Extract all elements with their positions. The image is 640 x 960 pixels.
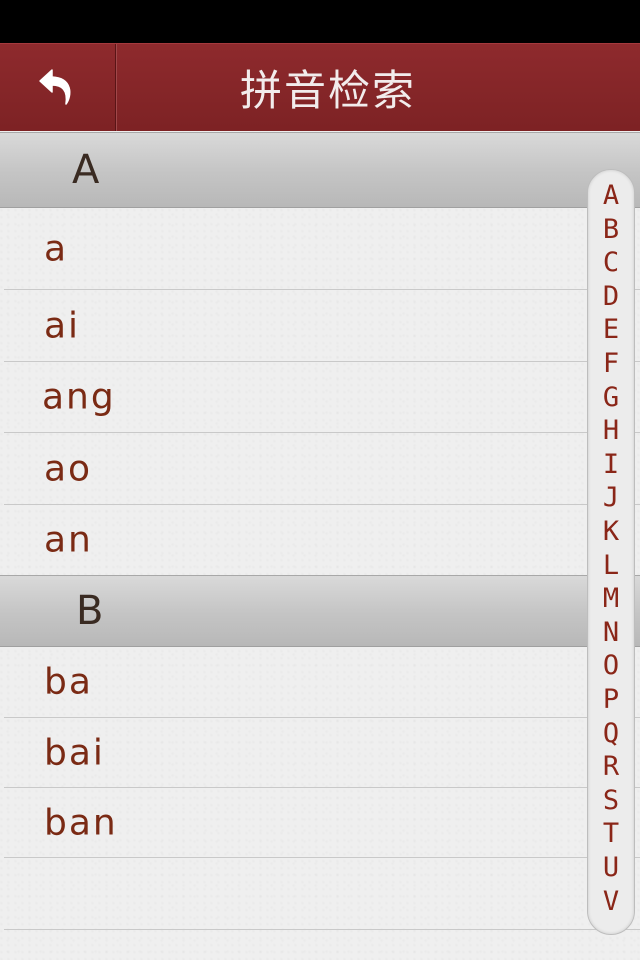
list-item[interactable]: ao xyxy=(4,433,640,505)
alphabet-index-bar[interactable]: ABCDEFGHIJKLMNOPQRSTUV xyxy=(587,169,635,935)
list-item[interactable]: ban xyxy=(4,788,640,858)
list-item[interactable]: an xyxy=(4,505,640,575)
index-letter-k[interactable]: K xyxy=(588,518,634,546)
list-item[interactable]: ai xyxy=(4,290,640,362)
index-letter-j[interactable]: J xyxy=(588,484,634,512)
index-letter-b[interactable]: B xyxy=(588,215,634,244)
pinyin-list[interactable]: A a ai ang ao an B ba bai ban xyxy=(0,131,640,960)
nav-bar: 拼音检索 xyxy=(0,43,640,131)
list-item[interactable]: ba xyxy=(4,647,640,718)
list-item[interactable] xyxy=(4,858,640,930)
index-letter-r[interactable]: R xyxy=(588,753,634,781)
section-letter: A xyxy=(72,147,100,193)
index-letter-a[interactable]: A xyxy=(588,182,634,210)
index-letter-u[interactable]: U xyxy=(588,854,634,882)
index-letter-h[interactable]: H xyxy=(588,417,634,445)
list-item-label: bai xyxy=(44,732,105,773)
index-letter-f[interactable]: F xyxy=(588,350,634,378)
index-letter-m[interactable]: M xyxy=(588,585,634,613)
list-item-label: a xyxy=(44,228,69,269)
index-letter-g[interactable]: G xyxy=(588,383,634,412)
index-letter-i[interactable]: I xyxy=(588,450,634,479)
index-letter-d[interactable]: D xyxy=(588,282,634,311)
back-button[interactable] xyxy=(0,44,116,131)
index-letter-t[interactable]: T xyxy=(588,820,634,848)
list-item[interactable]: bai xyxy=(4,718,640,788)
index-letter-v[interactable]: V xyxy=(588,887,634,916)
index-letter-o[interactable]: O xyxy=(588,652,634,680)
index-letter-e[interactable]: E xyxy=(588,316,634,344)
list-item[interactable]: ang xyxy=(4,362,640,433)
index-letter-n[interactable]: N xyxy=(588,618,634,647)
index-letter-p[interactable]: P xyxy=(588,686,634,714)
index-letter-s[interactable]: S xyxy=(588,786,634,815)
index-letter-l[interactable]: L xyxy=(588,551,634,580)
list-item-label: ban xyxy=(44,802,118,843)
section-header-b: B xyxy=(0,575,640,647)
section-letter: B xyxy=(76,588,104,634)
list-item[interactable]: a xyxy=(4,208,640,290)
back-arrow-icon xyxy=(38,68,70,105)
status-bar xyxy=(0,0,640,43)
index-letter-q[interactable]: Q xyxy=(588,719,634,748)
list-item-label: ba xyxy=(44,661,93,703)
page-title: 拼音检索 xyxy=(239,66,416,115)
section-header-a: A xyxy=(0,132,640,208)
index-letter-c[interactable]: C xyxy=(588,249,634,277)
list-item-label: ao xyxy=(44,448,93,489)
list-item-label: an xyxy=(44,519,93,561)
list-item-label: ai xyxy=(44,305,81,346)
list-item-label: ang xyxy=(42,376,116,418)
